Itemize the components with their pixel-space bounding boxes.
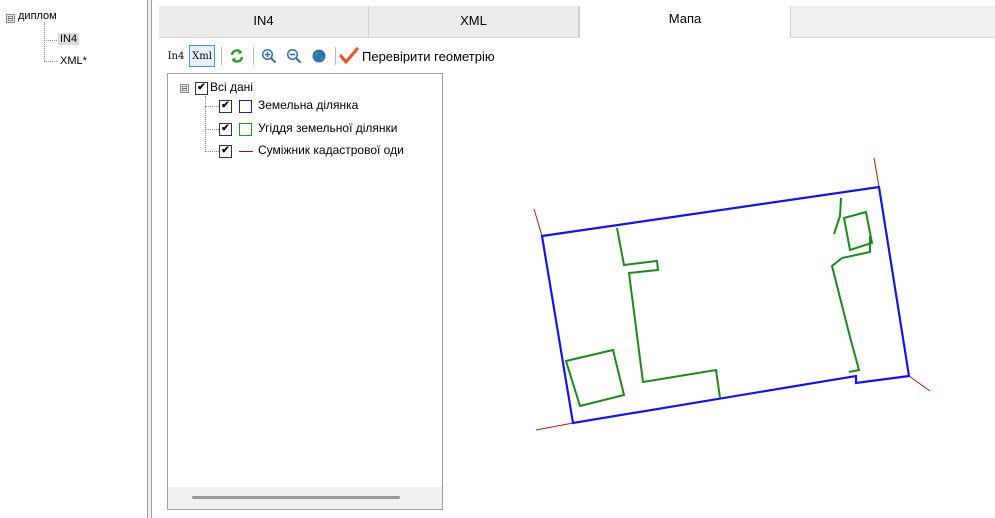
scrollbar-thumb[interactable] xyxy=(192,496,400,499)
land-use-polygon xyxy=(842,210,874,252)
tree-line xyxy=(44,40,57,41)
checkmark-icon xyxy=(339,47,359,64)
neighbor-line xyxy=(873,157,880,188)
xml-button-label: Xml xyxy=(192,50,212,62)
in4-button-label: In4 xyxy=(167,50,185,62)
red-line-icon xyxy=(239,151,253,152)
full-extent-button[interactable] xyxy=(308,44,330,68)
check-geometry-label: Перевірити геометрію xyxy=(362,48,495,64)
tree-line xyxy=(44,61,57,62)
in4-button[interactable]: In4 xyxy=(165,44,187,68)
zoom-in-icon xyxy=(261,48,277,64)
zoom-out-icon xyxy=(286,48,302,64)
tree-line xyxy=(205,106,219,107)
tab-in4[interactable]: IN4 xyxy=(159,6,369,37)
zoom-out-button[interactable] xyxy=(283,44,305,68)
tree-line xyxy=(205,151,219,152)
refresh-button[interactable] xyxy=(226,44,248,68)
land-use-polygon xyxy=(564,348,626,408)
toolbar-separator xyxy=(253,47,254,65)
collapse-icon[interactable]: ⊟ xyxy=(6,14,15,23)
land-use-polygon xyxy=(833,197,842,235)
tab-xml[interactable]: XML xyxy=(369,6,579,37)
check-geometry-button[interactable]: Перевірити геометрію xyxy=(339,44,553,68)
layer-checkbox-neighbor[interactable]: ✔ xyxy=(219,145,232,158)
layer-checkbox-all[interactable]: ✔ xyxy=(195,82,208,95)
layer-label-all: Всі дані xyxy=(210,80,253,94)
neighbor-lines xyxy=(533,157,931,431)
neighbor-line xyxy=(908,375,931,392)
layer-label-neighbor: Суміжник кадастрової оди xyxy=(258,143,404,157)
horizontal-scrollbar[interactable] xyxy=(168,487,442,509)
tab-mapa[interactable]: Мапа xyxy=(579,6,791,38)
map-toolbar: In4 Xml Перевірити геометрію xyxy=(165,44,985,70)
globe-icon xyxy=(312,49,326,63)
xml-button[interactable]: Xml xyxy=(189,45,215,67)
neighbor-line xyxy=(535,422,574,431)
layer-checkbox-lands[interactable]: ✔ xyxy=(219,123,232,136)
tree-line xyxy=(205,129,219,130)
tab-bar: IN4 XML Мапа xyxy=(159,6,995,38)
main-area: IN4 XML Мапа In4 Xml Перевірити геометрі… xyxy=(152,0,995,518)
collapse-icon[interactable]: ⊟ xyxy=(180,84,189,93)
tree-line xyxy=(44,23,45,61)
neighbor-line xyxy=(533,208,543,237)
layer-label-lands: Угіддя земельної ділянки xyxy=(258,121,398,135)
layer-label-parcel: Земельна ділянка xyxy=(258,98,359,112)
tree-root-diplom[interactable]: диплом xyxy=(18,10,57,22)
toolbar-separator xyxy=(221,47,222,65)
land-use-polygons xyxy=(564,197,874,408)
layer-checkbox-parcel[interactable]: ✔ xyxy=(219,100,232,113)
land-use-polygon xyxy=(616,227,721,399)
blue-square-icon xyxy=(239,100,252,113)
zoom-in-button[interactable] xyxy=(258,44,280,68)
toolbar-separator xyxy=(335,47,336,65)
refresh-icon xyxy=(230,49,244,63)
land-use-polygon xyxy=(830,236,871,373)
tree-item-in4[interactable]: IN4 xyxy=(58,33,80,45)
green-square-icon xyxy=(239,123,252,136)
tree-item-xml[interactable]: XML* xyxy=(60,55,87,67)
land-parcel-boundary xyxy=(540,185,911,425)
map-canvas[interactable] xyxy=(443,73,995,510)
project-tree: ⊟ диплом IN4 XML* xyxy=(0,0,147,518)
layer-tree-panel: ⊟ ✔ Всі дані ✔ Земельна ділянка ✔ Угіддя… xyxy=(167,73,443,510)
tree-line xyxy=(205,96,206,152)
